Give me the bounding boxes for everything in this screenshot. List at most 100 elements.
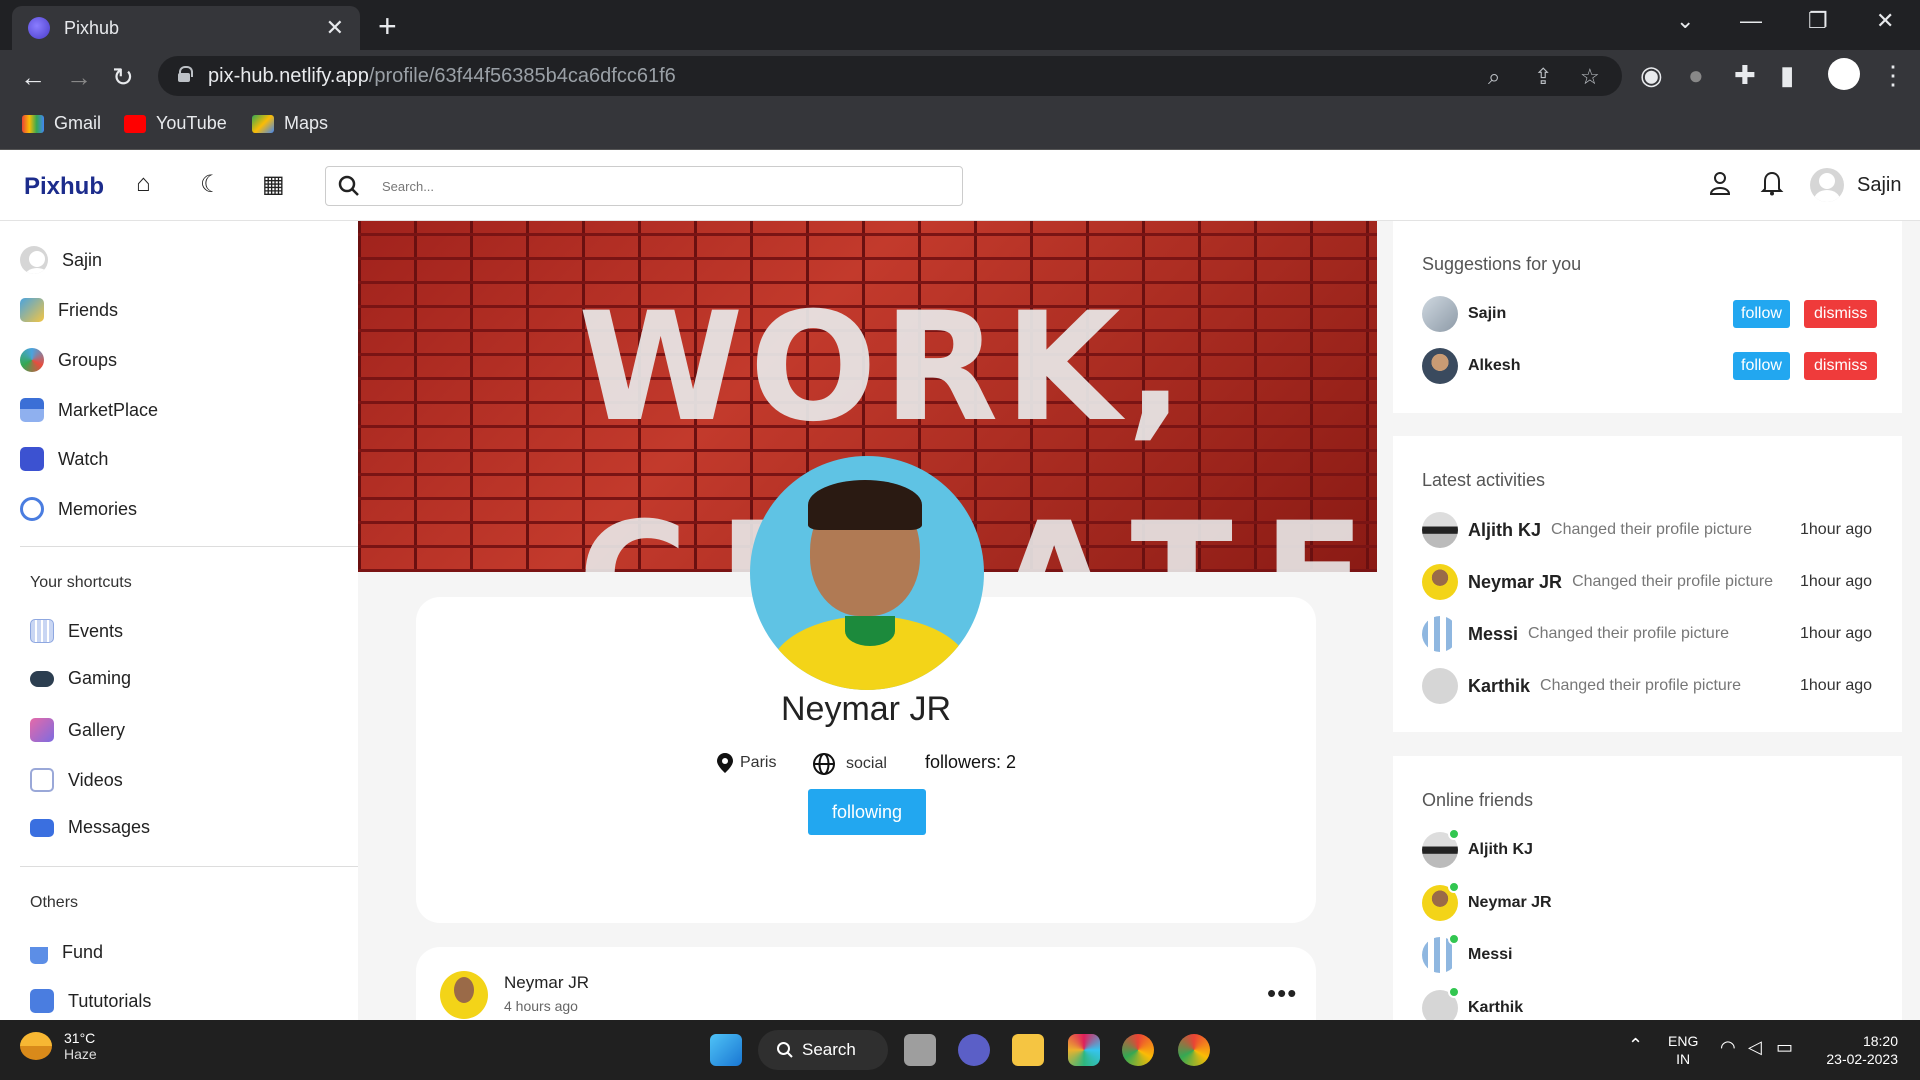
weather-widget[interactable]: 31°C Haze (20, 1030, 97, 1062)
follow-button[interactable]: follow (1733, 352, 1790, 380)
sidebar-item-friends[interactable]: Friends (20, 298, 118, 322)
online-friend-row[interactable]: Aljith KJ (1422, 828, 1533, 868)
browser-tab[interactable]: Pixhub ✕ (12, 6, 360, 50)
sidebar-item-memories[interactable]: Memories (20, 497, 137, 521)
online-status-dot (1448, 828, 1460, 840)
battery-icon[interactable]: ▭ (1776, 1038, 1793, 1056)
avatar-image (1422, 564, 1458, 600)
search-input[interactable]: Search... (325, 166, 963, 206)
windows-start-icon[interactable] (710, 1034, 742, 1066)
more-options-icon[interactable]: ••• (1267, 978, 1297, 1009)
extensions-puzzle-icon[interactable]: ✚ (1734, 60, 1756, 91)
sidebar-item-gaming[interactable]: Gaming (30, 668, 131, 689)
following-button[interactable]: following (808, 789, 926, 835)
post-author-avatar[interactable] (440, 971, 488, 1019)
activity-time: 1hour ago (1800, 573, 1873, 590)
lang-code: ENG (1668, 1033, 1699, 1049)
suggestion-name[interactable]: Sajin (1468, 305, 1506, 323)
activity-name[interactable]: Aljith KJ (1468, 520, 1541, 541)
sidebar-item-marketplace[interactable]: MarketPlace (20, 398, 158, 422)
sidebar-item-videos[interactable]: Videos (30, 768, 123, 792)
file-explorer-icon[interactable] (1012, 1034, 1044, 1066)
sidebar-item-events[interactable]: Events (30, 619, 123, 643)
bookmark-star-icon[interactable]: ☆ (1580, 64, 1600, 90)
chrome-active-icon[interactable] (1178, 1034, 1210, 1066)
sidebar-item-watch[interactable]: Watch (20, 447, 108, 471)
restore-icon[interactable]: ❐ (1808, 8, 1828, 34)
post-author-name[interactable]: Neymar JR (504, 973, 589, 993)
app-logo[interactable]: Pixhub (24, 173, 104, 201)
wifi-icon[interactable]: ◠ (1720, 1038, 1736, 1056)
header-username[interactable]: Sajin (1857, 174, 1901, 197)
avatar[interactable] (1422, 668, 1458, 704)
taskbar-search-label: Search (802, 1040, 856, 1059)
sidebar-item-gallery[interactable]: Gallery (30, 718, 125, 742)
activity-time: 1hour ago (1800, 677, 1873, 694)
sidebar-item-messages[interactable]: Messages (30, 817, 150, 838)
online-friend-row[interactable]: Neymar JR (1422, 881, 1552, 921)
user-icon[interactable] (1708, 170, 1736, 198)
clock[interactable]: 18:20 23-02-2023 (1818, 1032, 1898, 1068)
activity-name[interactable]: Karthik (1468, 676, 1530, 697)
back-icon[interactable]: ← (20, 62, 46, 93)
gallery-icon (30, 718, 54, 742)
minimize-icon[interactable]: — (1740, 8, 1762, 34)
extension-icon[interactable]: ● (1688, 60, 1704, 91)
side-panel-icon[interactable]: ▮ (1780, 60, 1794, 91)
close-tab-icon[interactable]: ✕ (326, 15, 344, 41)
activity-name[interactable]: Neymar JR (1468, 572, 1562, 593)
follow-button[interactable]: follow (1733, 300, 1790, 328)
new-tab-icon[interactable]: + (378, 8, 397, 45)
zoom-icon[interactable]: ⌕ (1488, 64, 1500, 90)
reload-icon[interactable]: ↻ (112, 62, 134, 93)
header-avatar[interactable] (1810, 168, 1844, 202)
activity-text: Changed their profile picture (1540, 677, 1742, 694)
chrome-icon[interactable] (1122, 1034, 1154, 1066)
show-hidden-icons-icon[interactable]: ⌃ (1628, 1036, 1643, 1054)
extension-owl-icon[interactable]: ◉ (1640, 60, 1663, 91)
suggestion-name[interactable]: Alkesh (1468, 357, 1520, 375)
share-icon[interactable]: ⇪ (1534, 64, 1552, 90)
forward-icon[interactable]: → (66, 62, 92, 93)
avatar[interactable] (1422, 512, 1458, 548)
address-bar[interactable]: pix-hub.netlify.app /profile/63f44f56385… (158, 56, 1622, 96)
bookmark-youtube[interactable]: YouTube (124, 113, 227, 134)
watch-icon (20, 447, 44, 471)
youtube-icon (124, 114, 146, 133)
language-indicator[interactable]: ENG IN (1668, 1032, 1698, 1068)
suggestion-row: Sajin (1422, 296, 1506, 332)
avatar[interactable] (1422, 296, 1458, 332)
clock-time: 18:20 (1862, 1033, 1898, 1049)
dark-mode-moon-icon[interactable]: ☾ (200, 170, 228, 198)
sidebar-item-label: Tututorials (68, 990, 152, 1011)
notifications-bell-icon[interactable] (1760, 170, 1788, 198)
avatar[interactable] (1422, 348, 1458, 384)
avatar[interactable] (1422, 564, 1458, 600)
teams-chat-icon[interactable] (958, 1034, 990, 1066)
apps-grid-icon[interactable]: ▦ (262, 170, 290, 198)
bookmark-maps[interactable]: Maps (252, 113, 328, 134)
volume-icon[interactable]: ◁ (1748, 1038, 1762, 1056)
home-icon[interactable]: ⌂ (136, 170, 164, 198)
activity-text: Changed their profile picture (1551, 521, 1753, 538)
menu-kebab-icon[interactable]: ⋮ (1880, 60, 1906, 91)
slack-icon[interactable] (1068, 1034, 1100, 1066)
task-view-icon[interactable] (904, 1034, 936, 1066)
profile-avatar[interactable] (750, 456, 984, 690)
online-friend-row[interactable]: Messi (1422, 933, 1512, 973)
dismiss-button[interactable]: dismiss (1804, 300, 1878, 328)
sidebar-item-groups[interactable]: Groups (20, 348, 117, 372)
close-window-icon[interactable]: ✕ (1876, 8, 1894, 34)
tab-search-icon[interactable]: ⌄ (1676, 8, 1694, 34)
activity-name[interactable]: Messi (1468, 624, 1518, 645)
sidebar-item-fund[interactable]: Fund (30, 940, 103, 964)
avatar[interactable] (1422, 616, 1458, 652)
profile-avatar-icon[interactable] (1828, 58, 1860, 90)
bookmark-gmail[interactable]: Gmail (22, 113, 101, 134)
avatar-image (1422, 616, 1458, 652)
sidebar-item-user[interactable]: Sajin (20, 246, 102, 274)
dismiss-button[interactable]: dismiss (1804, 352, 1878, 380)
sidebar-item-tutorials[interactable]: Tututorials (30, 989, 151, 1013)
online-status-dot (1448, 986, 1460, 998)
taskbar-search[interactable]: Search (758, 1030, 888, 1070)
